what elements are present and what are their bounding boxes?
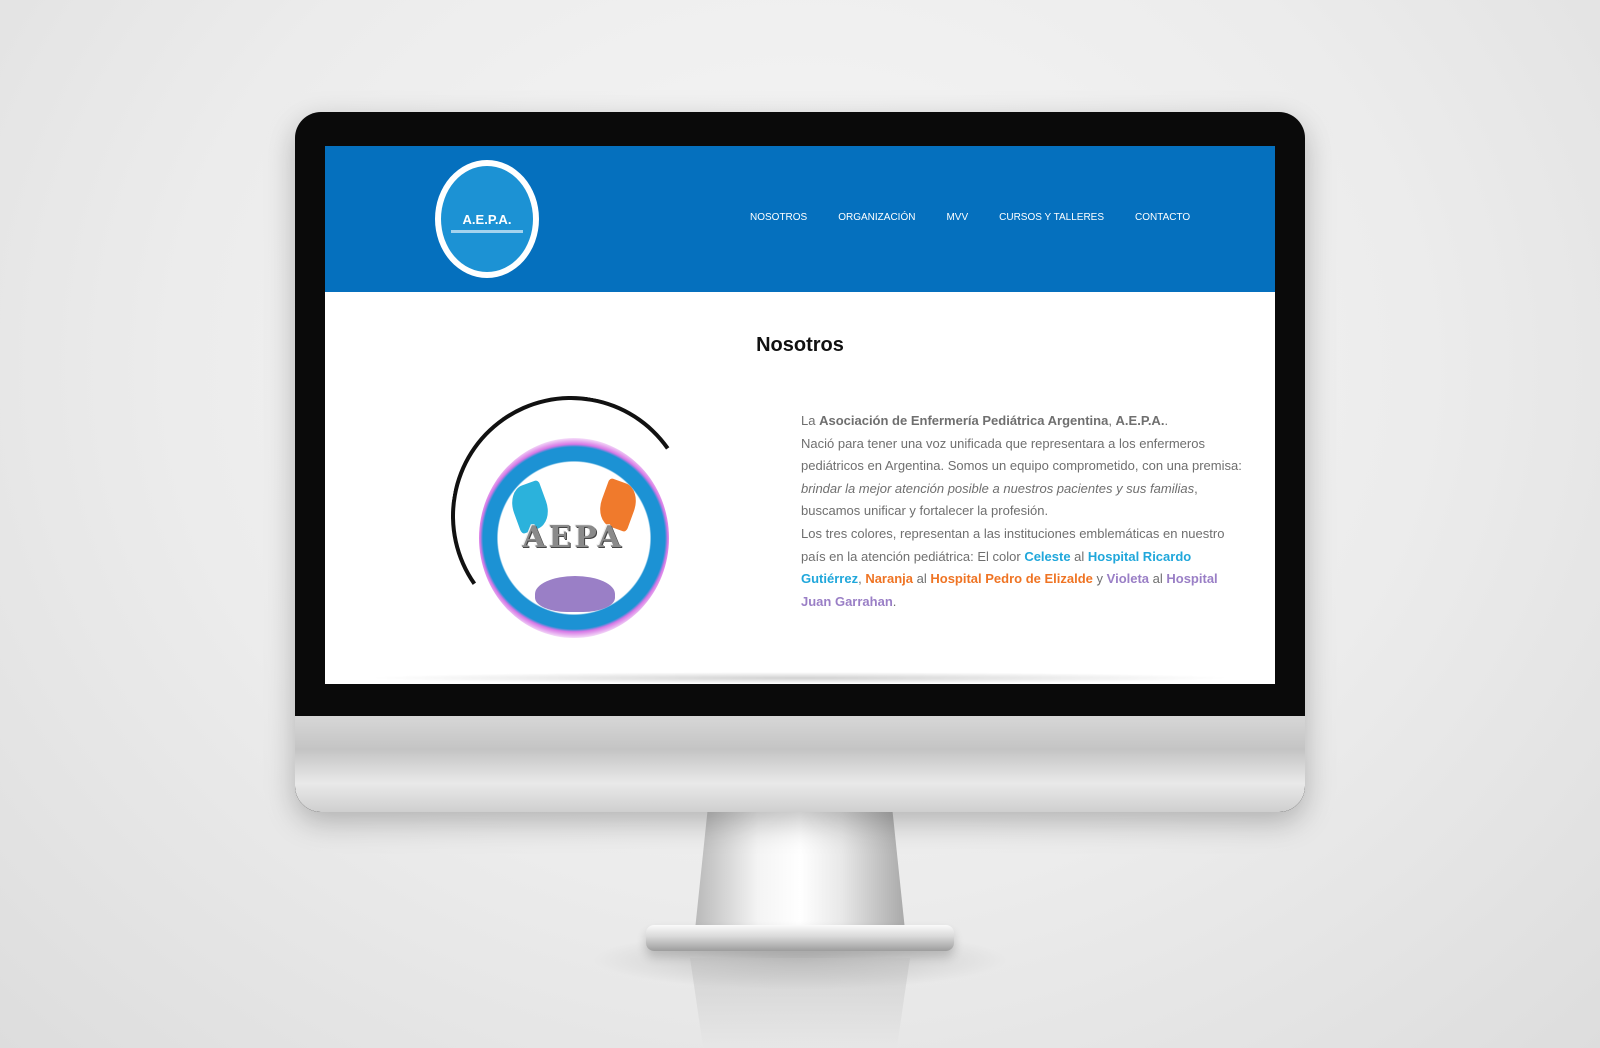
emblem-text: AEPA (522, 520, 624, 555)
nav-item-nosotros[interactable]: NOSOTROS (750, 212, 807, 223)
about-text-segment: La (801, 413, 820, 428)
screen: A.E.P.A. NOSOTROS ORGANIZACIÓN MVV CURSO… (325, 146, 1275, 684)
main-nav: NOSOTROS ORGANIZACIÓN MVV CURSOS Y TALLE… (750, 212, 1221, 223)
about-text-segment: . (1164, 413, 1169, 428)
about-text: La Asociación de Enfermería Pediátrica A… (801, 410, 1245, 613)
about-text-segment: al (913, 571, 931, 587)
about-text-segment: al (1070, 548, 1088, 564)
about-text-segment: . (892, 593, 897, 609)
nav-item-organizacion[interactable]: ORGANIZACIÓN (838, 212, 915, 223)
about-text-segment: , (1108, 413, 1116, 428)
aepa-logo[interactable]: A.E.P.A. (435, 160, 539, 278)
logo-text: A.E.P.A. (462, 212, 512, 227)
about-paragraph-3: Los tres colores, representan a las inst… (801, 523, 1245, 613)
monitor-stand-neck (695, 810, 905, 930)
monitor-chin (295, 716, 1305, 812)
color-violeta-label: Violeta (1106, 571, 1150, 587)
about-premise: brindar la mejor atención posible a nues… (801, 480, 1195, 496)
page-title: Nosotros (756, 334, 844, 356)
about-text-segment: al (1149, 571, 1167, 587)
content-bottom-shadow (365, 672, 1235, 684)
site-header: A.E.P.A. NOSOTROS ORGANIZACIÓN MVV CURSO… (325, 146, 1275, 292)
monitor-stand-base (646, 925, 954, 951)
nav-item-mvv[interactable]: MVV (946, 212, 968, 223)
about-text-segment: Nació para tener una voz unificada que r… (801, 435, 1242, 474)
about-paragraph-2: Nació para tener una voz unificada que r… (801, 433, 1245, 523)
monitor-stand-reflection (690, 958, 910, 1048)
org-acronym: A.E.P.A. (1115, 413, 1165, 428)
logo-badge: A.E.P.A. (441, 166, 533, 272)
color-naranja-label: Naranja (865, 571, 914, 587)
hospital-elizalde: Hospital Pedro de Elizalde (930, 571, 1093, 587)
logo-subline (451, 230, 523, 233)
nav-item-cursos-y-talleres[interactable]: CURSOS Y TALLERES (999, 212, 1104, 223)
violet-hands-icon (535, 576, 615, 612)
color-celeste-label: Celeste (1024, 548, 1071, 564)
aepa-emblem-image: AEPA (431, 376, 711, 656)
org-name: Asociación de Enfermería Pediátrica Arge… (819, 413, 1109, 428)
about-text-segment: y (1092, 571, 1107, 587)
about-paragraph-1: La Asociación de Enfermería Pediátrica A… (801, 410, 1245, 433)
monitor-frame: A.E.P.A. NOSOTROS ORGANIZACIÓN MVV CURSO… (295, 112, 1305, 812)
nav-item-contacto[interactable]: CONTACTO (1135, 212, 1190, 223)
